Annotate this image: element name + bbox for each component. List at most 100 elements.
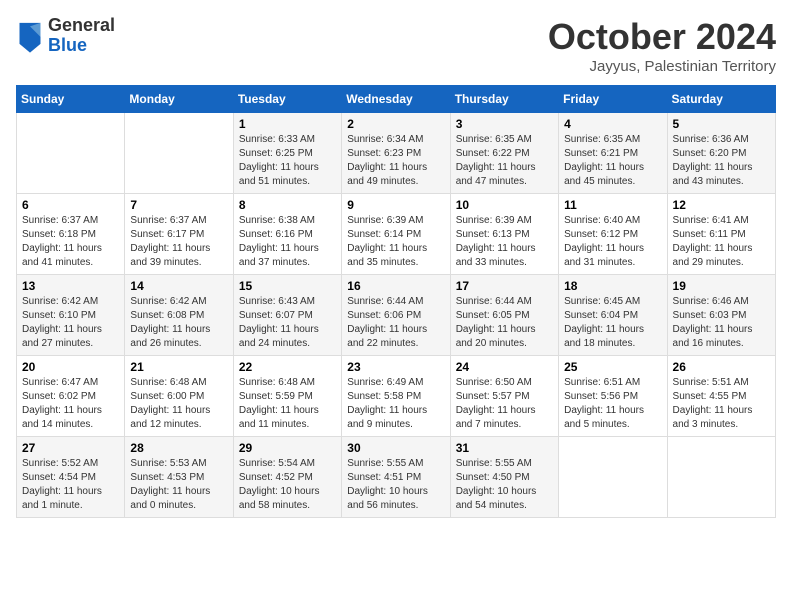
day-number: 6 [22, 198, 119, 212]
header-row: SundayMondayTuesdayWednesdayThursdayFrid… [17, 86, 776, 113]
week-row-5: 27 Sunrise: 5:52 AM Sunset: 4:54 PM Dayli… [17, 437, 776, 518]
logo-general: General [48, 16, 115, 36]
day-number: 24 [456, 360, 553, 374]
calendar-cell: 26Sunrise: 5:51 AM Sunset: 4:55 PM Dayli… [667, 356, 775, 437]
day-number: 4 [564, 117, 661, 131]
calendar-cell: 5 Sunrise: 6:36 AM Sunset: 6:20 PM Daylig… [667, 113, 775, 194]
day-content: Sunrise: 6:50 AM Sunset: 5:57 PM Dayligh… [456, 376, 553, 432]
day-number: 12 [673, 198, 770, 212]
logo: General Blue [16, 16, 115, 56]
calendar-cell: 8 Sunrise: 6:38 AM Sunset: 6:16 PM Daylig… [233, 194, 341, 275]
calendar-cell [559, 437, 667, 518]
day-content: Sunrise: 6:51 AM Sunset: 5:56 PM Dayligh… [564, 376, 661, 432]
day-content: Sunrise: 6:37 AM Sunset: 6:17 PM Dayligh… [130, 214, 227, 270]
day-number: 22 [239, 360, 336, 374]
day-number: 7 [130, 198, 227, 212]
day-content: Sunrise: 6:40 AM Sunset: 6:12 PM Dayligh… [564, 214, 661, 270]
day-content: Sunrise: 6:46 AM Sunset: 6:03 PM Dayligh… [673, 295, 770, 351]
calendar-cell: 15Sunrise: 6:43 AM Sunset: 6:07 PM Dayli… [233, 275, 341, 356]
day-content: Sunrise: 6:38 AM Sunset: 6:16 PM Dayligh… [239, 214, 336, 270]
calendar-cell: 21Sunrise: 6:48 AM Sunset: 6:00 PM Dayli… [125, 356, 233, 437]
week-row-1: 1 Sunrise: 6:33 AM Sunset: 6:25 PM Daylig… [17, 113, 776, 194]
calendar-cell: 31 Sunrise: 5:55 AM Sunset: 4:50 PM Dayli… [450, 437, 558, 518]
day-content: Sunrise: 6:34 AM Sunset: 6:23 PM Dayligh… [347, 133, 444, 189]
day-number: 5 [673, 117, 770, 131]
day-number: 11 [564, 198, 661, 212]
day-content: Sunrise: 6:39 AM Sunset: 6:13 PM Dayligh… [456, 214, 553, 270]
week-row-2: 6 Sunrise: 6:37 AM Sunset: 6:18 PM Daylig… [17, 194, 776, 275]
day-content: Sunrise: 5:55 AM Sunset: 4:51 PM Dayligh… [347, 457, 444, 513]
logo-icon [16, 18, 44, 54]
day-content: Sunrise: 6:41 AM Sunset: 6:11 PM Dayligh… [673, 214, 770, 270]
day-content: Sunrise: 5:51 AM Sunset: 4:55 PM Dayligh… [673, 376, 770, 432]
day-number: 31 [456, 441, 553, 455]
day-content: Sunrise: 6:44 AM Sunset: 6:06 PM Dayligh… [347, 295, 444, 351]
day-number: 27 [22, 441, 119, 455]
logo-text: General Blue [48, 16, 115, 56]
calendar-cell: 30 Sunrise: 5:55 AM Sunset: 4:51 PM Dayli… [342, 437, 450, 518]
day-number: 16 [347, 279, 444, 293]
day-content: Sunrise: 5:54 AM Sunset: 4:52 PM Dayligh… [239, 457, 336, 513]
day-number: 28 [130, 441, 227, 455]
calendar-cell: 17 Sunrise: 6:44 AM Sunset: 6:05 PM Dayli… [450, 275, 558, 356]
header-day-thursday: Thursday [450, 86, 558, 113]
day-content: Sunrise: 6:48 AM Sunset: 5:59 PM Dayligh… [239, 376, 336, 432]
calendar-cell: 19 Sunrise: 6:46 AM Sunset: 6:03 PM Dayli… [667, 275, 775, 356]
calendar-cell [125, 113, 233, 194]
header-day-friday: Friday [559, 86, 667, 113]
day-content: Sunrise: 6:44 AM Sunset: 6:05 PM Dayligh… [456, 295, 553, 351]
day-content: Sunrise: 6:37 AM Sunset: 6:18 PM Dayligh… [22, 214, 119, 270]
day-number: 3 [456, 117, 553, 131]
day-number: 18 [564, 279, 661, 293]
logo-blue: Blue [48, 36, 115, 56]
calendar-cell: 2 Sunrise: 6:34 AM Sunset: 6:23 PM Daylig… [342, 113, 450, 194]
month-title: October 2024 [548, 16, 776, 58]
day-number: 13 [22, 279, 119, 293]
calendar-cell: 18 Sunrise: 6:45 AM Sunset: 6:04 PM Dayli… [559, 275, 667, 356]
day-content: Sunrise: 6:36 AM Sunset: 6:20 PM Dayligh… [673, 133, 770, 189]
calendar-cell [17, 113, 125, 194]
calendar-cell: 11 Sunrise: 6:40 AM Sunset: 6:12 PM Dayli… [559, 194, 667, 275]
page-header: General Blue October 2024 Jayyus, Palest… [16, 16, 776, 75]
day-number: 25 [564, 360, 661, 374]
calendar-cell: 10 Sunrise: 6:39 AM Sunset: 6:13 PM Dayli… [450, 194, 558, 275]
day-number: 29 [239, 441, 336, 455]
day-content: Sunrise: 6:35 AM Sunset: 6:21 PM Dayligh… [564, 133, 661, 189]
day-number: 8 [239, 198, 336, 212]
calendar-cell: 7 Sunrise: 6:37 AM Sunset: 6:17 PM Daylig… [125, 194, 233, 275]
calendar-cell: 1 Sunrise: 6:33 AM Sunset: 6:25 PM Daylig… [233, 113, 341, 194]
day-content: Sunrise: 6:45 AM Sunset: 6:04 PM Dayligh… [564, 295, 661, 351]
title-block: October 2024 Jayyus, Palestinian Territo… [548, 16, 776, 75]
day-content: Sunrise: 6:48 AM Sunset: 6:00 PM Dayligh… [130, 376, 227, 432]
header-day-sunday: Sunday [17, 86, 125, 113]
day-number: 19 [673, 279, 770, 293]
day-number: 1 [239, 117, 336, 131]
day-content: Sunrise: 6:42 AM Sunset: 6:08 PM Dayligh… [130, 295, 227, 351]
day-content: Sunrise: 5:55 AM Sunset: 4:50 PM Dayligh… [456, 457, 553, 513]
day-content: Sunrise: 6:33 AM Sunset: 6:25 PM Dayligh… [239, 133, 336, 189]
week-row-3: 13 Sunrise: 6:42 AM Sunset: 6:10 PM Dayli… [17, 275, 776, 356]
calendar-cell: 14 Sunrise: 6:42 AM Sunset: 6:08 PM Dayli… [125, 275, 233, 356]
header-day-saturday: Saturday [667, 86, 775, 113]
day-number: 20 [22, 360, 119, 374]
day-number: 10 [456, 198, 553, 212]
calendar-cell: 4 Sunrise: 6:35 AM Sunset: 6:21 PM Daylig… [559, 113, 667, 194]
day-content: Sunrise: 6:39 AM Sunset: 6:14 PM Dayligh… [347, 214, 444, 270]
day-number: 30 [347, 441, 444, 455]
day-content: Sunrise: 6:43 AM Sunset: 6:07 PM Dayligh… [239, 295, 336, 351]
calendar-cell: 22 Sunrise: 6:48 AM Sunset: 5:59 PM Dayli… [233, 356, 341, 437]
calendar-cell: 3Sunrise: 6:35 AM Sunset: 6:22 PM Daylig… [450, 113, 558, 194]
day-number: 17 [456, 279, 553, 293]
day-number: 2 [347, 117, 444, 131]
day-number: 14 [130, 279, 227, 293]
day-content: Sunrise: 5:52 AM Sunset: 4:54 PM Dayligh… [22, 457, 119, 513]
header-day-wednesday: Wednesday [342, 86, 450, 113]
day-content: Sunrise: 5:53 AM Sunset: 4:53 PM Dayligh… [130, 457, 227, 513]
calendar-cell: 9Sunrise: 6:39 AM Sunset: 6:14 PM Daylig… [342, 194, 450, 275]
calendar-cell: 6 Sunrise: 6:37 AM Sunset: 6:18 PM Daylig… [17, 194, 125, 275]
day-content: Sunrise: 6:42 AM Sunset: 6:10 PM Dayligh… [22, 295, 119, 351]
calendar-cell: 28 Sunrise: 5:53 AM Sunset: 4:53 PM Dayli… [125, 437, 233, 518]
calendar-cell [667, 437, 775, 518]
day-content: Sunrise: 6:49 AM Sunset: 5:58 PM Dayligh… [347, 376, 444, 432]
calendar-table: SundayMondayTuesdayWednesdayThursdayFrid… [16, 85, 776, 518]
